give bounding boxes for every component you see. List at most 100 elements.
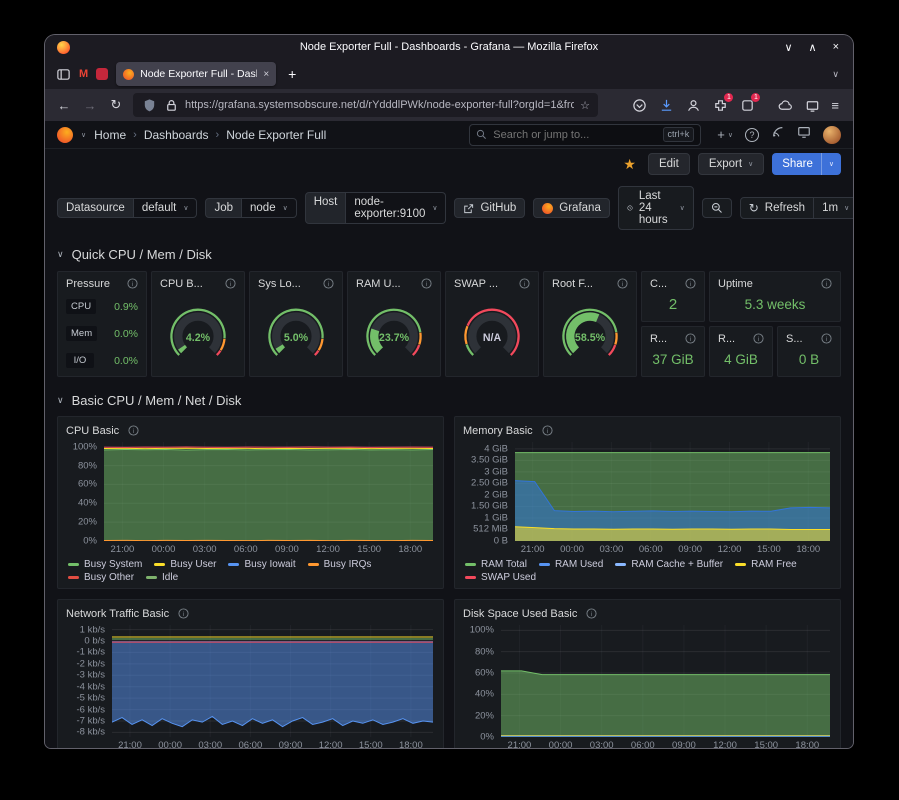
panel-info-icon[interactable]: i	[685, 278, 696, 289]
legend-marker	[539, 563, 550, 566]
section-basic-cpu[interactable]: ∨ Basic CPU / Mem / Net / Disk	[57, 389, 841, 411]
forward-button[interactable]: →	[81, 98, 99, 113]
breadcrumb-dashboards[interactable]: Dashboards	[144, 128, 209, 142]
sync-cloud-icon[interactable]	[777, 97, 793, 113]
legend-item[interactable]: SWAP Used	[465, 572, 536, 583]
bookmark-star-icon[interactable]: ☆	[580, 99, 590, 112]
panel-info-icon[interactable]: i	[127, 278, 138, 289]
legend-item[interactable]: RAM Total	[465, 559, 527, 570]
github-link-button[interactable]: GitHub	[454, 198, 525, 218]
section-quick-cpu[interactable]: ∨ Quick CPU / Mem / Disk	[57, 243, 841, 265]
menu-icon[interactable]: ≡	[831, 98, 839, 113]
share-button[interactable]: Share ∨	[772, 153, 841, 175]
panel-info-icon[interactable]: i	[753, 333, 764, 344]
panel-info-icon[interactable]: i	[586, 608, 597, 619]
account-icon[interactable]	[685, 97, 701, 113]
svg-text:i: i	[426, 281, 427, 288]
panel-cpu-basic: CPU Basic i 0%20%40%60%80%100% 21:0000:0…	[57, 416, 444, 589]
tab-close-icon[interactable]: ×	[263, 69, 269, 80]
legend-item[interactable]: Idle	[146, 572, 178, 583]
screenshot-icon[interactable]	[804, 97, 820, 113]
edit-button[interactable]: Edit	[648, 153, 690, 175]
breadcrumb-home[interactable]: Home	[94, 128, 126, 142]
panel-info-icon[interactable]: i	[421, 278, 432, 289]
padlock-icon[interactable]	[163, 97, 179, 113]
search-input[interactable]	[493, 129, 656, 141]
y-axis: 0%20%40%60%80%100%	[66, 442, 104, 541]
legend-marker	[146, 576, 157, 579]
legend-label: RAM Free	[751, 559, 797, 570]
panel-swap-total: S... i 0 B	[777, 326, 841, 377]
panel-info-icon[interactable]: i	[323, 278, 334, 289]
panel-info-icon[interactable]: i	[178, 608, 189, 619]
legend-item[interactable]: Busy System	[68, 559, 142, 570]
list-tabs-icon[interactable]: ∨	[832, 69, 843, 80]
time-range-picker[interactable]: Last 24 hours∨	[618, 186, 694, 230]
panel-info-icon[interactable]: i	[542, 425, 553, 436]
panel-info-icon[interactable]: i	[128, 425, 139, 436]
window-close-button[interactable]: ×	[833, 41, 839, 54]
firefox-view-icon[interactable]	[55, 66, 71, 82]
news-icon[interactable]	[771, 125, 785, 144]
legend-item[interactable]: Busy IRQs	[308, 559, 372, 570]
titlebar[interactable]: Node Exporter Full - Dashboards - Grafan…	[45, 35, 853, 59]
legend-item[interactable]: Busy Other	[68, 572, 134, 583]
add-new-button[interactable]: +∨	[717, 127, 733, 142]
chart-plot[interactable]	[112, 625, 433, 737]
x-tick-label: 00:00	[158, 740, 182, 748]
pinned-tab-icon[interactable]	[96, 68, 108, 80]
panel-info-icon[interactable]: i	[617, 278, 628, 289]
panel-info-icon[interactable]: i	[821, 333, 832, 344]
search-box[interactable]: ctrl+k	[469, 124, 701, 146]
legend-item[interactable]: RAM Cache + Buffer	[615, 559, 723, 570]
chart-plot[interactable]	[515, 442, 830, 541]
chart-plot[interactable]	[501, 625, 830, 737]
favorite-star-icon[interactable]: ★	[623, 156, 636, 173]
legend-item[interactable]: Busy Iowait	[228, 559, 295, 570]
legend-item[interactable]: Busy User	[154, 559, 216, 570]
help-icon[interactable]: ?	[745, 128, 759, 142]
extensions-icon[interactable]: 1	[712, 97, 728, 113]
panel-info-icon[interactable]: i	[519, 278, 530, 289]
pinned-tab-gmail[interactable]: M	[79, 68, 88, 80]
chart-plot[interactable]	[104, 442, 433, 541]
job-dropdown[interactable]: node∨	[242, 198, 297, 218]
grafana-logo-icon[interactable]	[57, 127, 73, 143]
x-tick-label: 12:00	[718, 544, 742, 555]
reload-button[interactable]: ↻	[107, 97, 125, 113]
refresh-button[interactable]: ↻ Refresh	[740, 197, 814, 219]
legend-item[interactable]: RAM Free	[735, 559, 797, 570]
datasource-dropdown[interactable]: default∨	[134, 198, 198, 218]
panel-info-icon[interactable]: i	[821, 278, 832, 289]
profile-icon[interactable]: 1	[739, 97, 755, 113]
avatar[interactable]	[823, 126, 841, 144]
window-maximize-button[interactable]: ∧	[809, 41, 817, 54]
legend-item[interactable]: RAM Used	[539, 559, 603, 570]
x-tick-label: 06:00	[631, 740, 655, 748]
host-dropdown[interactable]: node-exporter:9100∨	[346, 192, 446, 224]
tracking-shield-icon[interactable]	[141, 97, 157, 113]
stat-value: 4 GiB	[718, 346, 764, 372]
active-tab[interactable]: Node Exporter Full - Dashbo ×	[116, 62, 276, 86]
mega-menu-chevron-icon[interactable]: ∨	[81, 131, 86, 139]
svg-text:i: i	[546, 428, 547, 435]
refresh-interval-dropdown[interactable]: 1m∨	[814, 197, 853, 219]
y-tick-label: 40%	[78, 498, 97, 509]
pocket-icon[interactable]	[631, 97, 647, 113]
window-minimize-button[interactable]: ∨	[784, 41, 792, 54]
url-bar[interactable]: ☆	[133, 93, 598, 117]
new-tab-button[interactable]: +	[284, 66, 300, 82]
downloads-icon[interactable]	[658, 97, 674, 113]
export-button[interactable]: Export∨	[698, 153, 764, 175]
grafana-favicon	[123, 69, 134, 80]
panel-info-icon[interactable]: i	[225, 278, 236, 289]
grafana-link-button[interactable]: Grafana	[533, 198, 610, 218]
monitor-icon[interactable]	[797, 125, 811, 144]
pressure-row-cpu: CPU 0.9%	[66, 295, 138, 318]
panel-info-icon[interactable]: i	[685, 333, 696, 344]
zoom-out-button[interactable]	[702, 198, 732, 218]
y-tick-label: 20%	[78, 517, 97, 528]
back-button[interactable]: ←	[55, 98, 73, 113]
share-dropdown[interactable]: ∨	[821, 153, 841, 175]
url-input[interactable]	[185, 99, 574, 111]
